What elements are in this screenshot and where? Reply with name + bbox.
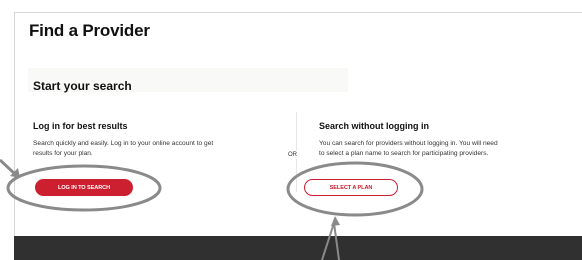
screenshot-stage: Find a Provider Start your search Log in…	[0, 0, 582, 260]
or-separator: OR	[287, 151, 298, 159]
footer-bar	[14, 236, 582, 260]
guest-section-description-line-2: to select a plan name to search for part…	[319, 150, 489, 157]
log-in-to-search-button[interactable]: LOG IN TO SEARCH	[35, 179, 133, 196]
login-section-description-line-1: Search quickly and easily. Log in to you…	[33, 140, 214, 147]
section-title: Start your search	[33, 79, 132, 93]
page-title: Find a Provider	[29, 21, 150, 40]
guest-section-description-line-1: You can search for providers without log…	[319, 140, 498, 147]
guest-section-title: Search without logging in	[319, 121, 429, 131]
login-section-title: Log in for best results	[33, 121, 128, 131]
find-provider-panel	[14, 12, 582, 260]
select-a-plan-button[interactable]: SELECT A PLAN	[304, 179, 398, 196]
login-section-description-line-2: results for your plan.	[33, 150, 93, 157]
